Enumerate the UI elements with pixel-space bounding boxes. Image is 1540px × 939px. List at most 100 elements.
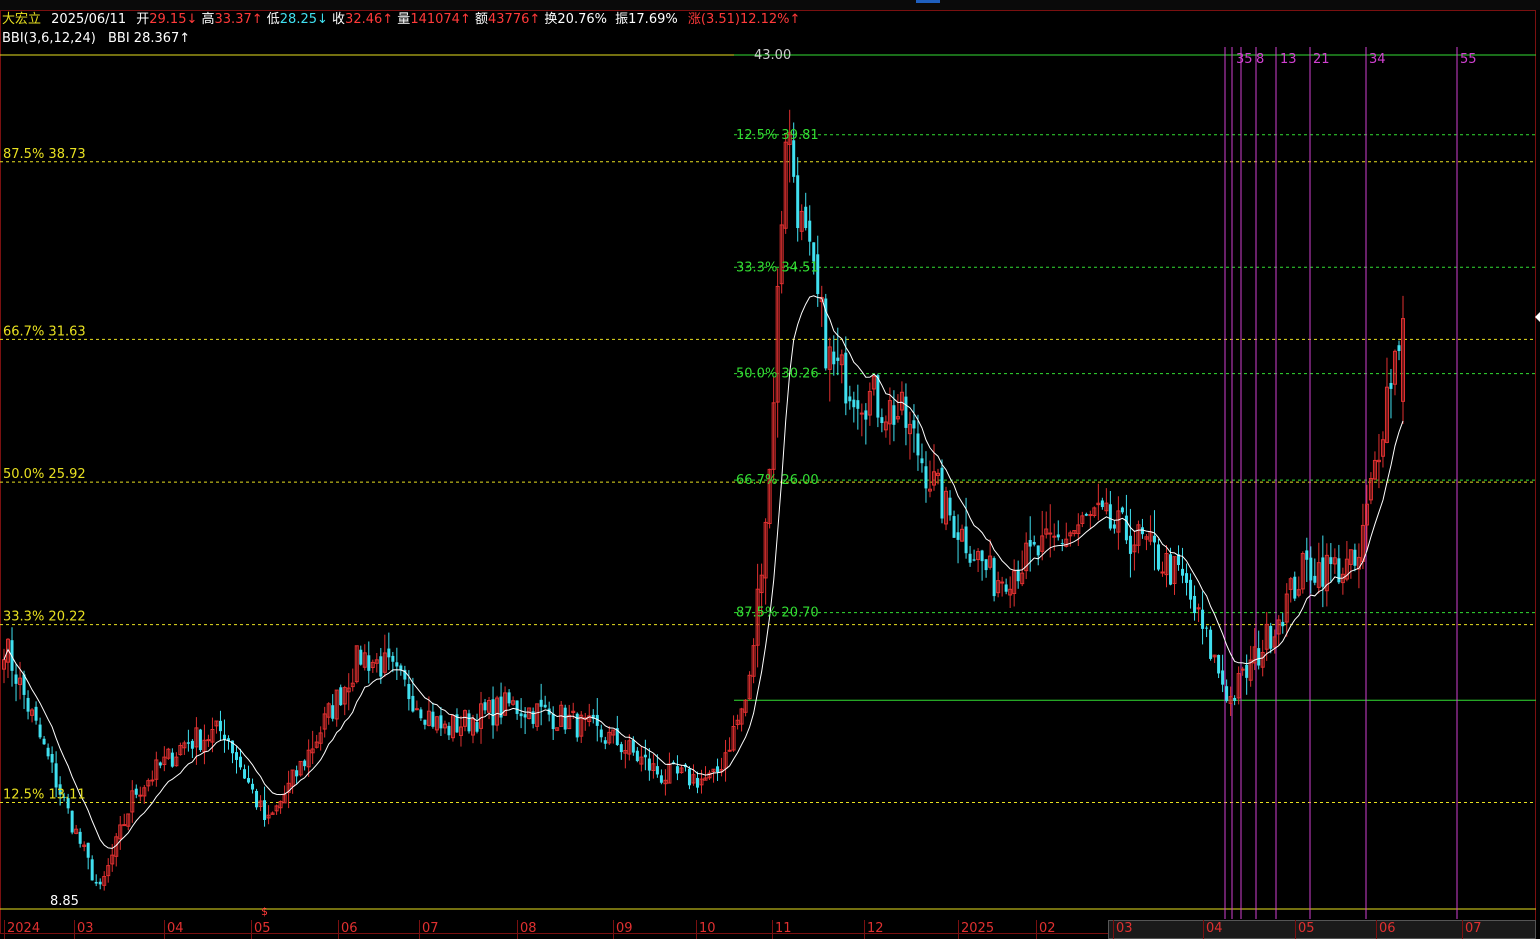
x-axis-label: 2025 — [961, 921, 995, 936]
candle-down — [1205, 627, 1209, 629]
candle-up — [1160, 571, 1165, 574]
x-axis-label: 05 — [1298, 921, 1315, 936]
candle-down — [1389, 382, 1393, 389]
indicator-value-label: BBI — [107, 31, 130, 46]
candle-down — [972, 559, 976, 561]
candle-down — [1112, 524, 1116, 529]
low-value: 28.25↓ — [279, 12, 328, 27]
x-axis-label: 05 — [254, 921, 271, 936]
x-axis-label: 12 — [867, 921, 884, 936]
candle-down — [94, 882, 98, 884]
candle-down — [1201, 609, 1205, 629]
candle-down — [218, 720, 222, 732]
x-axis[interactable]: 2024 03 04 05 06 07 08 09 10 11 12 2025 02 03 04 05 06 07 — [0, 920, 1536, 939]
candle-up — [138, 794, 143, 797]
candle-down — [848, 396, 852, 402]
candle-down — [295, 770, 299, 777]
candle-down — [1245, 664, 1249, 678]
candle-down — [1209, 629, 1213, 659]
turnover-label: 换 — [544, 12, 558, 27]
candle-down — [198, 729, 202, 751]
candle-down — [1156, 544, 1160, 570]
candle-down — [1321, 557, 1325, 587]
volume-value: 141074↑ — [410, 12, 471, 27]
x-axis-label: 04 — [167, 921, 184, 936]
candle-down — [643, 754, 647, 758]
x-axis-label: 08 — [520, 921, 537, 936]
candlesticks — [2, 109, 1405, 891]
candle-down — [599, 729, 603, 738]
candle-down — [419, 709, 423, 719]
indicator-bar[interactable]: BBI(3,6,12,24) BBI 28.367↑ — [2, 30, 190, 48]
candle-down — [243, 769, 247, 779]
candle-down — [26, 697, 30, 712]
candle-down — [90, 859, 94, 881]
candle-down — [1084, 513, 1088, 516]
x-axis-label: 02 — [1039, 921, 1056, 936]
candle-down — [1120, 507, 1124, 513]
quote-date: 2025/06/11 — [51, 12, 127, 27]
candle-down — [1060, 543, 1064, 545]
candle-down — [563, 707, 567, 730]
x-axis-label: 06 — [341, 921, 358, 936]
candle-down — [134, 788, 138, 795]
candle-down — [1108, 504, 1112, 529]
candle-down — [263, 800, 267, 821]
candle-down — [1032, 541, 1036, 545]
candle-down — [968, 553, 972, 563]
candle-down — [940, 467, 944, 519]
amplitude-value: 17.69% — [628, 12, 678, 27]
candle-down — [303, 760, 307, 767]
kline-chart[interactable]: 87.5% 38.73 66.7% 31.63 50.0% 25.92 33.3% 2… — [0, 0, 1540, 939]
x-axis-label: 11 — [775, 921, 792, 936]
candle-down — [992, 558, 996, 597]
candle-down — [38, 724, 42, 738]
candle-down — [411, 695, 415, 712]
x-axis-label: 03 — [77, 921, 94, 936]
candle-down — [1329, 557, 1333, 565]
candle-down — [1293, 576, 1297, 599]
candle-down — [695, 777, 699, 788]
candle-down — [1016, 569, 1020, 582]
indicator-name[interactable]: BBI(3,6,12,24) — [2, 31, 96, 46]
high-value: 33.37↑ — [214, 12, 263, 27]
amount-label: 额 — [474, 12, 488, 27]
fib-right-label: 33.3% 34.51 — [736, 260, 819, 275]
candle-down — [1056, 534, 1060, 538]
candle-up — [859, 412, 864, 415]
candle-down — [331, 705, 335, 719]
candle-down — [1305, 550, 1309, 560]
candle-down — [876, 375, 880, 418]
gann-time-lines — [1224, 47, 1458, 919]
candle-down — [1257, 648, 1261, 666]
candle-down — [880, 417, 884, 423]
close-label: 收 — [332, 12, 346, 27]
candle-up — [150, 779, 155, 782]
candle-down — [920, 458, 924, 464]
candle-up — [1052, 535, 1057, 538]
x-axis-label: 04 — [1206, 921, 1223, 936]
open-value: 29.15↓ — [149, 12, 198, 27]
open-label: 开 — [136, 12, 150, 27]
candle-down — [475, 722, 479, 732]
candle-down — [339, 687, 343, 706]
candle-down — [387, 648, 391, 658]
stock-name[interactable]: 大宏立 — [2, 12, 41, 27]
candle-down — [359, 649, 363, 665]
fib-left-label: 66.7% 31.63 — [3, 324, 86, 339]
turnover-value: 20.76% — [557, 12, 607, 27]
candle-down — [796, 175, 800, 229]
candle-down — [507, 692, 511, 704]
candle-down — [395, 662, 399, 667]
candle-down — [391, 655, 395, 662]
x-axis-label: 07 — [1465, 921, 1482, 936]
candle-up — [1088, 514, 1093, 517]
candle-down — [1169, 554, 1173, 585]
gann-label: 8 — [1256, 52, 1264, 67]
fib-right-label: 12.5% 39.81 — [736, 128, 819, 143]
candle-down — [804, 206, 808, 229]
candle-down — [234, 752, 238, 760]
high-label: 高 — [201, 12, 215, 27]
candle-down — [619, 744, 623, 753]
change-value: (3.51)12.12%↑ — [700, 12, 801, 27]
